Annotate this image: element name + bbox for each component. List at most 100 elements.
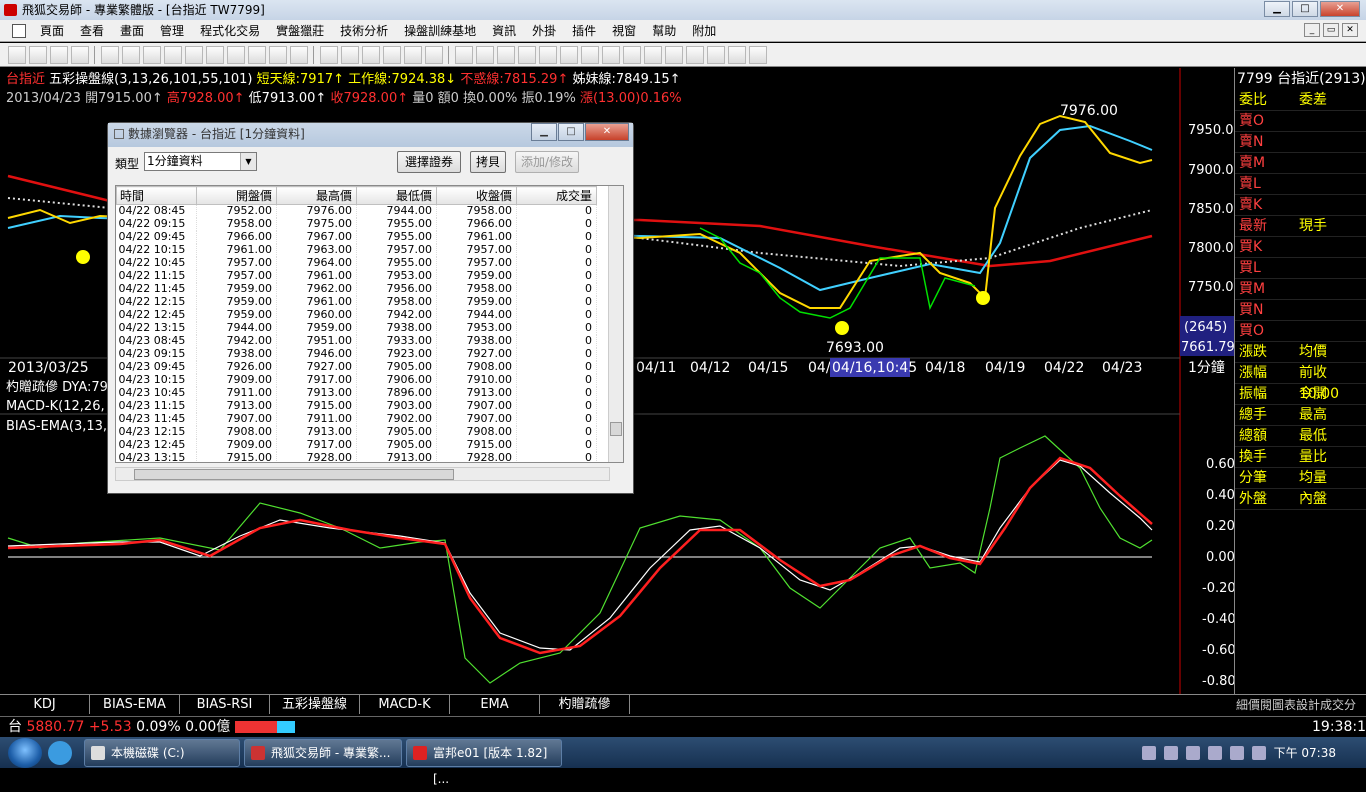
table-row[interactable]: 04/23 11:15 7913.00 7915.00 7903.00 7907.00 0 (116, 399, 597, 413)
circle-icon[interactable] (623, 45, 641, 64)
dialog-title-bar[interactable]: 數據瀏覽器 - 台指近 [1分鐘資料] ▁ □ ✕ (108, 123, 633, 147)
bid-row[interactable]: 買K (1235, 237, 1366, 258)
table-row[interactable]: 04/23 10:15 7909.00 7917.00 7906.00 7910.00 0 (116, 373, 597, 387)
bid-row[interactable]: 買M (1235, 279, 1366, 300)
menu-manage[interactable]: 管理 (152, 22, 192, 39)
minimize-button[interactable]: ▁ (1264, 1, 1290, 17)
remove-icon[interactable] (71, 45, 89, 64)
tab-bias-rsi[interactable]: BIAS-RSI (180, 695, 270, 714)
dialog-close-button[interactable]: ✕ (585, 123, 629, 141)
menu-extra[interactable]: 附加 (684, 22, 724, 39)
menu-view[interactable]: 查看 (72, 22, 112, 39)
warning-icon[interactable] (290, 45, 308, 64)
taskbar-item-explorer[interactable]: 本機磁碟 (C:) (84, 738, 240, 767)
chevron-down-icon[interactable]: ▼ (240, 153, 256, 170)
rectangle-icon[interactable] (602, 45, 620, 64)
tab-macd-k[interactable]: MACD-K (360, 695, 450, 714)
compare-icon[interactable] (122, 45, 140, 64)
flag-icon[interactable] (1251, 745, 1266, 760)
tab-ema[interactable]: EMA (450, 695, 540, 714)
keyboard-icon[interactable] (1141, 745, 1156, 760)
linechart-icon[interactable] (425, 45, 443, 64)
parallel-icon[interactable] (581, 45, 599, 64)
ask-row[interactable]: 賣O (1235, 111, 1366, 132)
table-row[interactable]: 04/23 09:45 7926.00 7927.00 7905.00 7908.00 0 (116, 360, 597, 374)
cube-icon[interactable] (206, 45, 224, 64)
table-row[interactable]: 04/22 08:45 7952.00 7976.00 7944.00 7958.00 0 (116, 204, 597, 218)
dialog-maximize-button[interactable]: □ (558, 123, 584, 141)
dialog-minimize-button[interactable]: ▁ (531, 123, 557, 141)
line-draw-icon[interactable] (476, 45, 494, 64)
horizontal-scrollbar[interactable] (115, 467, 610, 481)
column-header[interactable]: 最高價 (276, 186, 357, 205)
chart-icon[interactable] (164, 45, 182, 64)
table-row[interactable]: 04/22 10:15 7961.00 7963.00 7957.00 7957.00 0 (116, 243, 597, 257)
bid-row[interactable]: 買O (1235, 321, 1366, 342)
menu-technical-analysis[interactable]: 技術分析 (332, 22, 396, 39)
pointer-icon[interactable] (455, 45, 473, 64)
tab-rainbow[interactable]: 五彩操盤線 (270, 695, 360, 714)
scroll-thumb[interactable] (610, 422, 622, 436)
column-header[interactable]: 時間 (116, 186, 197, 205)
add-icon[interactable] (50, 45, 68, 64)
select-security-button[interactable]: 選擇證券 (397, 151, 461, 173)
table-row[interactable]: 04/23 10:45 7911.00 7913.00 7896.00 7913.00 0 (116, 386, 597, 400)
view-icon[interactable] (101, 45, 119, 64)
text-icon[interactable] (644, 45, 662, 64)
book-icon[interactable] (185, 45, 203, 64)
table-row[interactable]: 04/22 13:15 7944.00 7959.00 7938.00 7953.00 0 (116, 321, 597, 335)
palette-icon[interactable] (728, 45, 746, 64)
column-header[interactable]: 收盤價 (436, 186, 517, 205)
fan-icon[interactable] (539, 45, 557, 64)
clock[interactable]: 下午 07:38 (1274, 744, 1336, 761)
ask-row[interactable]: 賣K (1235, 195, 1366, 216)
table-row[interactable]: 04/23 11:45 7907.00 7911.00 7902.00 7907.00 0 (116, 412, 597, 426)
screen-icon[interactable] (404, 45, 422, 64)
menu-info[interactable]: 資訊 (484, 22, 524, 39)
menu-plugin[interactable]: 外掛 (524, 22, 564, 39)
mdi-restore-button[interactable]: ▭ (1323, 23, 1339, 37)
table-row[interactable]: 04/23 08:45 7942.00 7951.00 7933.00 7938.00 0 (116, 334, 597, 348)
save-icon[interactable] (749, 45, 767, 64)
alert-icon[interactable] (269, 45, 287, 64)
color-icon[interactable] (707, 45, 725, 64)
taskbar-item-app[interactable]: 飛狐交易師 - 專業繁... (244, 738, 402, 767)
menu-real-trading[interactable]: 實盤獵莊 (268, 22, 332, 39)
column-header[interactable]: 開盤價 (196, 186, 277, 205)
table-row[interactable]: 04/22 12:45 7959.00 7960.00 7942.00 7944.00 0 (116, 308, 597, 322)
help-icon[interactable] (1163, 745, 1178, 760)
menu-program-trading[interactable]: 程式化交易 (192, 22, 268, 39)
table-row[interactable]: 04/23 12:45 7909.00 7917.00 7905.00 7915.00 0 (116, 438, 597, 452)
start-button[interactable] (8, 737, 42, 768)
rsi-icon[interactable] (29, 45, 47, 64)
document-icon[interactable] (12, 23, 26, 38)
ie-icon[interactable] (48, 740, 72, 765)
network-icon[interactable] (1207, 745, 1222, 760)
globe-icon[interactable] (248, 45, 266, 64)
table-row[interactable]: 04/22 10:45 7957.00 7964.00 7955.00 7957.00 0 (116, 256, 597, 270)
grid-icon[interactable] (362, 45, 380, 64)
settings-icon[interactable] (1185, 745, 1200, 760)
tab-kdj[interactable]: KDJ (0, 695, 90, 714)
vline-icon[interactable] (518, 45, 536, 64)
data-grid[interactable]: 時間 開盤價 最高價 最低價 收盤價 成交量 04/22 08:45 7952.0… (115, 185, 624, 463)
column-header[interactable]: 最低價 (356, 186, 437, 205)
taskbar-item-broker[interactable]: 富邦e01 [版本 1.82][... (406, 738, 562, 786)
mdi-minimize-button[interactable]: _ (1304, 23, 1320, 37)
scroll-thumb[interactable] (134, 469, 454, 480)
menu-addons[interactable]: 插件 (564, 22, 604, 39)
eraser-icon[interactable] (686, 45, 704, 64)
menu-window[interactable]: 視窗 (604, 22, 644, 39)
menu-page[interactable]: 頁面 (32, 22, 72, 39)
formula-icon[interactable] (227, 45, 245, 64)
type-select[interactable]: 1分鐘資料 ▼ (144, 152, 257, 171)
tab-bias-ema[interactable]: BIAS-EMA (90, 695, 180, 714)
table-row[interactable]: 04/23 13:15 7915.00 7928.00 7913.00 7928.00 0 (116, 451, 597, 462)
volume-icon[interactable] (1229, 745, 1244, 760)
layout-icon[interactable] (320, 45, 338, 64)
copy-icon[interactable] (665, 45, 683, 64)
maximize-button[interactable]: □ (1292, 1, 1318, 17)
table-row[interactable]: 04/23 12:15 7908.00 7913.00 7905.00 7908.00 0 (116, 425, 597, 439)
table-row[interactable]: 04/22 12:15 7959.00 7961.00 7958.00 7959.00 0 (116, 295, 597, 309)
tab-custom[interactable]: 杓贈疏傪 (540, 695, 630, 714)
